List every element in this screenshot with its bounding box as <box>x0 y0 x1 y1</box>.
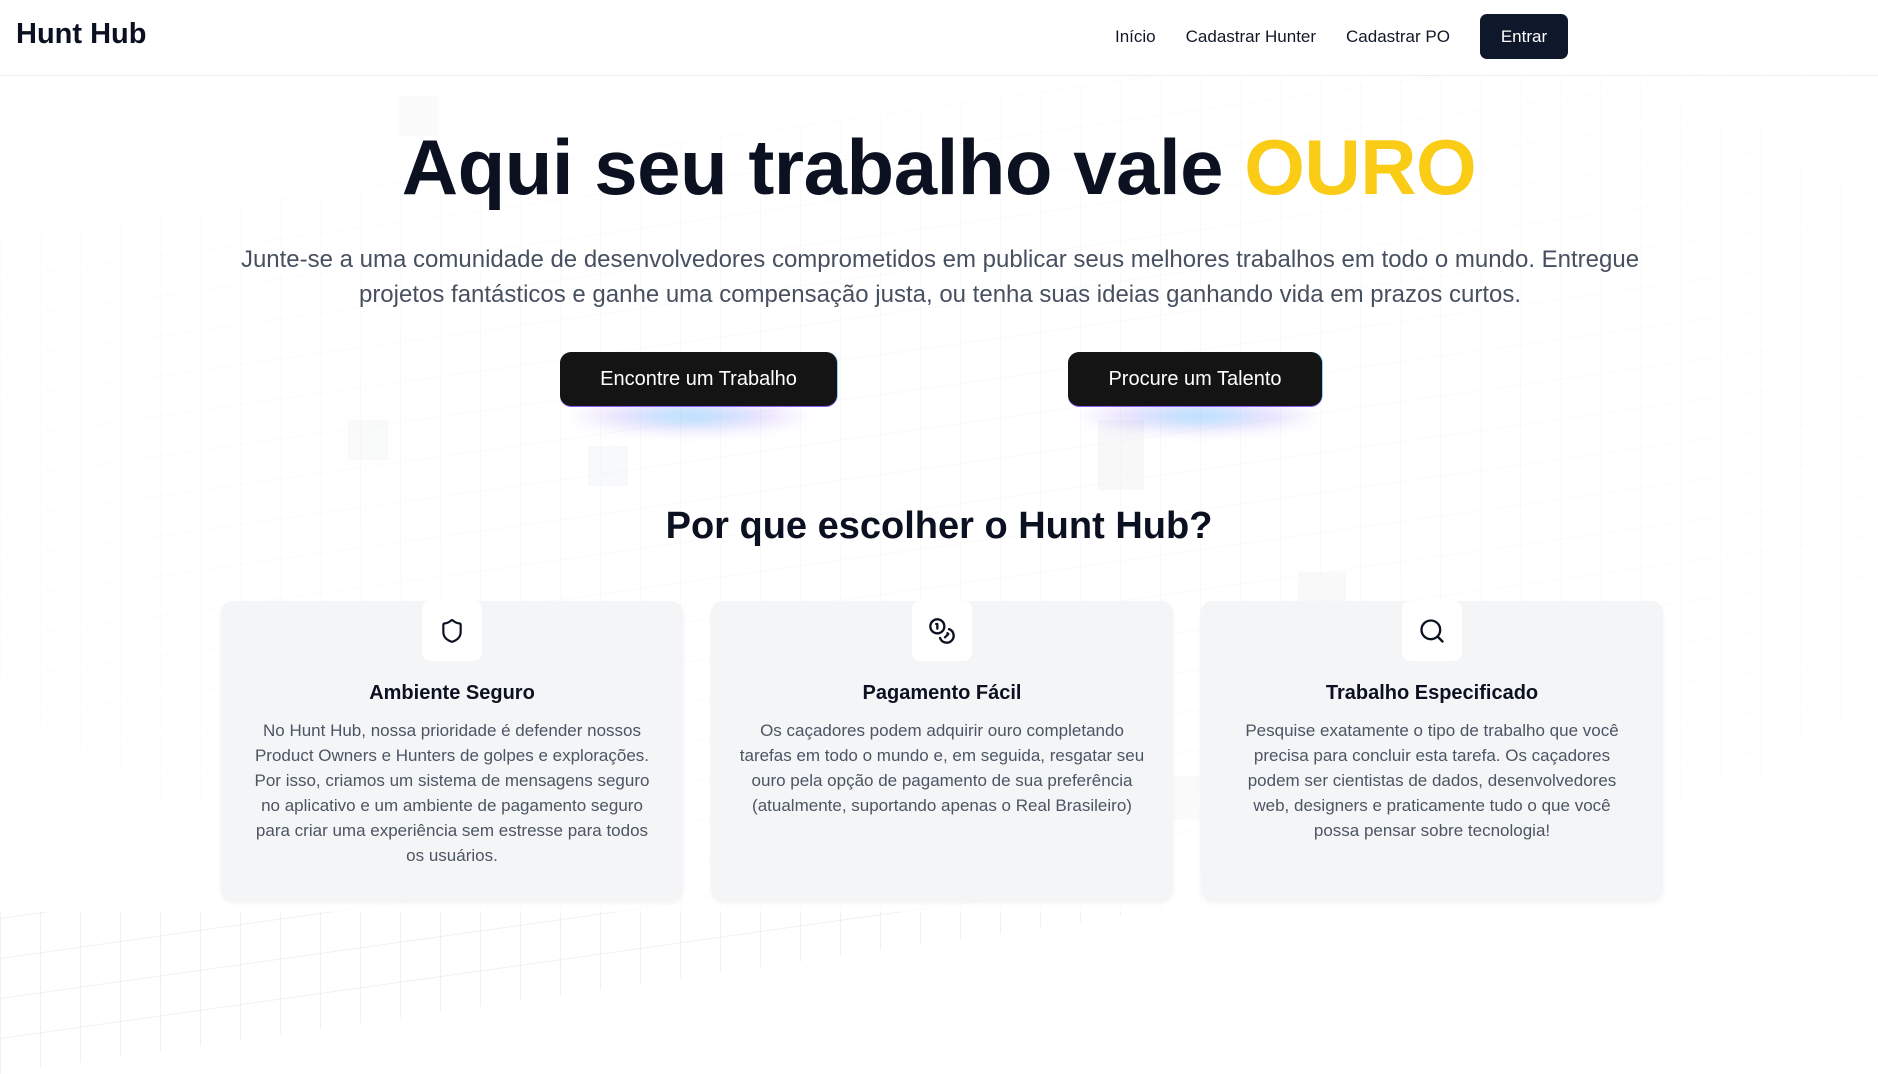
hero-title: Aqui seu trabalho vale OURO <box>0 122 1878 212</box>
coins-icon <box>912 601 972 661</box>
nav-link-cadastrar-hunter[interactable]: Cadastrar Hunter <box>1186 15 1316 59</box>
hero-subtitle: Junte-se a uma comunidade de desenvolved… <box>240 246 1640 308</box>
main-nav: Início Cadastrar Hunter Cadastrar PO Ent… <box>1115 14 1568 59</box>
feature-description: No Hunt Hub, nossa prioridade é defender… <box>254 721 650 865</box>
feature-description: Os caçadores podem adquirir ouro complet… <box>739 721 1145 815</box>
features-title: Por que escolher o Hunt Hub? <box>665 505 1213 547</box>
hero-title-main: Aqui seu trabalho vale <box>401 123 1224 211</box>
top-navbar: Hunt Hub Início Cadastrar Hunter Cadastr… <box>0 0 1878 76</box>
feature-title: Ambiente Seguro <box>369 682 535 704</box>
shield-icon <box>422 601 482 661</box>
nav-link-cadastrar-po[interactable]: Cadastrar PO <box>1346 15 1450 59</box>
find-talent-button[interactable]: Procure um Talento <box>1068 352 1322 406</box>
feature-title: Pagamento Fácil <box>862 682 1022 704</box>
feature-title: Trabalho Especificado <box>1325 682 1539 704</box>
search-icon <box>1402 601 1462 661</box>
feature-card-payment: Pagamento Fácil Os caçadores podem adqui… <box>711 601 1173 901</box>
nav-link-inicio[interactable]: Início <box>1115 15 1156 59</box>
feature-card-specified: Trabalho Especificado Pesquise exatament… <box>1201 601 1663 901</box>
hero-title-highlight: OURO <box>1244 123 1477 211</box>
main-content: Aqui seu trabalho vale OURO Junte-se a u… <box>0 76 1878 912</box>
brand-logo[interactable]: Hunt Hub <box>16 18 146 51</box>
login-button[interactable]: Entrar <box>1479 14 1568 59</box>
feature-description: Pesquise exatamente o tipo de trabalho q… <box>1245 721 1619 840</box>
find-work-button[interactable]: Encontre um Trabalho <box>560 352 837 406</box>
feature-card-secure: Ambiente Seguro No Hunt Hub, nossa prior… <box>221 601 683 901</box>
